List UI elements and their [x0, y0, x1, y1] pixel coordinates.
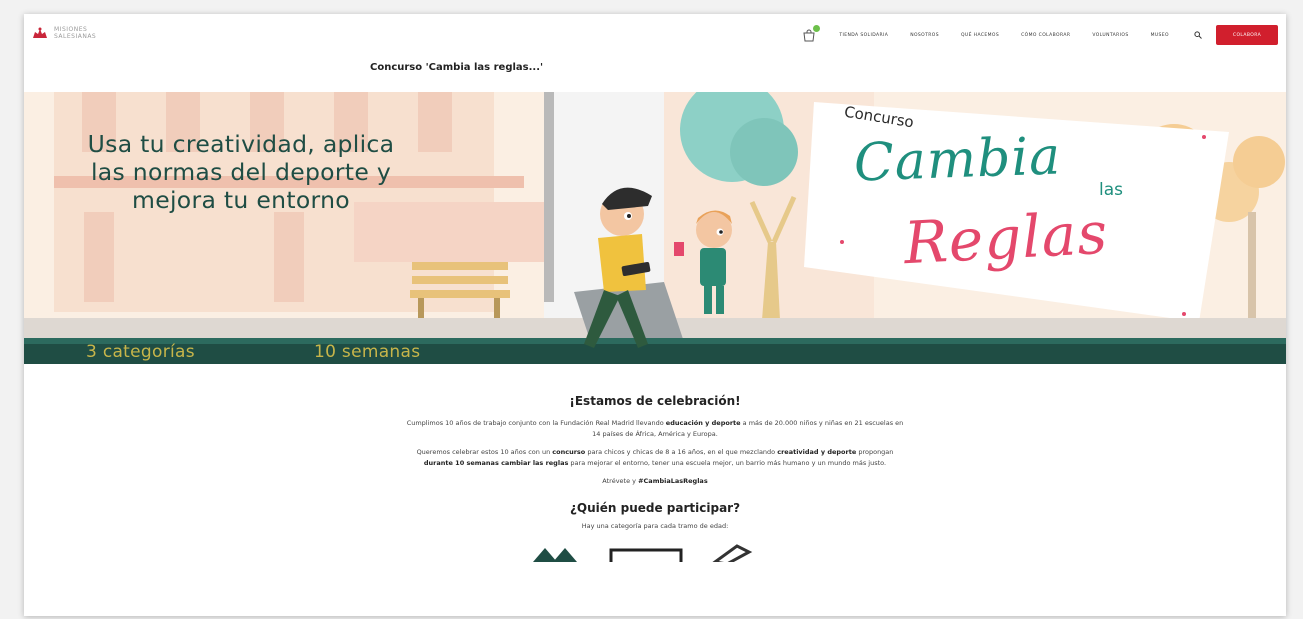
cart-badge [813, 25, 821, 32]
cart-button[interactable] [802, 25, 821, 42]
contest-bold-2: creatividad y deporte [777, 448, 857, 456]
celebration-heading: ¡Estamos de celebración! [569, 394, 741, 408]
category-icon-1 [533, 548, 557, 562]
badge-cambia: Cambia [853, 126, 1063, 194]
who-heading: ¿Quién puede participar? [569, 501, 741, 515]
hashtag-link[interactable]: #CambiaLasReglas [638, 477, 708, 485]
intro-paragraph: Cumplimos 10 años de trabajo conjunto co… [405, 418, 905, 440]
search-icon[interactable] [1194, 31, 1202, 39]
nav-que-hacemos[interactable]: Qué hacemos [961, 33, 999, 38]
intro-text: Cumplimos 10 años de trabajo conjunto co… [406, 419, 664, 427]
contest-text-2: para chicos y chicas de 8 a 16 años, en … [587, 448, 776, 456]
hero-banner: Usa tu creatividad, aplica las normas de… [24, 92, 1286, 364]
badge-reglas: Reglas [902, 198, 1110, 278]
main-content: ¡Estamos de celebración! Cumplimos 10 añ… [24, 394, 1286, 566]
logo-icon [33, 27, 47, 38]
hero-headline: Usa tu creatividad, aplica las normas de… [87, 130, 395, 214]
page-title: Concurso 'Cambia las reglas...' [370, 62, 544, 73]
nav-como-colaborar[interactable]: Cómo colaborar [1021, 33, 1070, 38]
main-nav: Tienda solidaria Nosotros Qué hacemos Có… [802, 24, 1286, 46]
badge-las: las [1099, 180, 1123, 200]
intro-bold: educación y deporte [665, 419, 741, 427]
site-logo[interactable]: Misiones Salesianas [32, 26, 98, 40]
site-header: Misiones Salesianas Tienda solidaria Nos… [24, 14, 1286, 60]
stat-categorias: 3 categorías [86, 342, 195, 362]
contest-text-3: propongan [858, 448, 894, 456]
contest-text-4: para mejorar el entorno, tener una escue… [570, 459, 887, 467]
nav-museo[interactable]: Museo [1151, 33, 1169, 38]
contest-bold-3: durante 10 semanas cambiar las reglas [423, 459, 569, 467]
nav-voluntarios[interactable]: Voluntarios [1092, 33, 1128, 38]
nav-nosotros[interactable]: Nosotros [910, 33, 939, 38]
contest-bold: concurso [552, 448, 586, 456]
nav-tienda-solidaria[interactable]: Tienda solidaria [839, 33, 888, 38]
contest-text: Queremos celebrar estos 10 años con un [416, 448, 551, 456]
hashtag-text: Atrévete y [602, 477, 637, 485]
donate-button[interactable]: Colabora [1216, 25, 1278, 45]
who-text: Hay una categoría para cada tramo de eda… [581, 522, 729, 530]
contest-paragraph: Queremos celebrar estos 10 años con un c… [405, 447, 905, 469]
hashtag-paragraph: Atrévete y #CambiaLasReglas [405, 476, 905, 487]
category-icon-3 [711, 544, 753, 566]
stat-semanas: 10 semanas [314, 342, 421, 362]
category-icon-2 [609, 548, 683, 566]
category-icons [533, 544, 753, 566]
logo-text: Misiones Salesianas [54, 26, 97, 40]
browser-page: Misiones Salesianas Tienda solidaria Nos… [24, 14, 1286, 616]
